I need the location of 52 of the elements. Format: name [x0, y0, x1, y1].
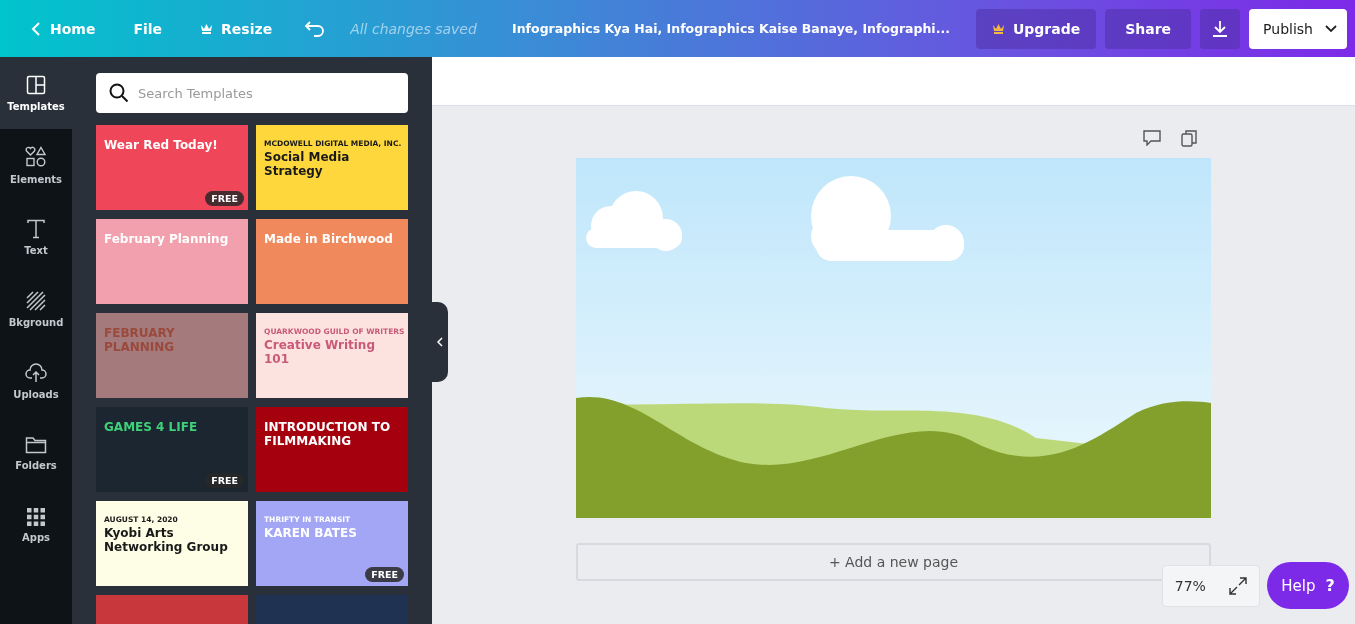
- chevron-down-icon: [1325, 24, 1337, 33]
- collapse-panel-button[interactable]: [432, 302, 448, 382]
- template-title: Social Media Strategy: [264, 151, 351, 179]
- search-field[interactable]: Search Templates: [96, 73, 408, 113]
- template-title: GAMES 4 LIFE: [104, 421, 199, 435]
- text-icon: [27, 218, 45, 239]
- sidebar-tab[interactable]: Text: [0, 201, 72, 273]
- folder-icon: [25, 435, 47, 454]
- copy-icon[interactable]: [1181, 130, 1197, 147]
- save-status: All changes saved: [350, 20, 477, 37]
- document-title[interactable]: Infographics Kya Hai, Infographics Kaise Banaye, Infographi...: [512, 21, 950, 36]
- sidebar-tab[interactable]: Apps: [0, 489, 72, 561]
- template-title: KAREN BATES: [264, 527, 358, 541]
- template-title: Made in Birchwood: [264, 233, 394, 247]
- template-title: INTRODUCTION TO FILMMAKING: [264, 421, 392, 449]
- help-button[interactable]: Help ?: [1267, 562, 1349, 609]
- layout-icon: [26, 74, 46, 95]
- template-thumbnail[interactable]: GAMES 4 LIFE FREE: [96, 407, 248, 492]
- template-title: Creative Writing 101: [264, 339, 376, 367]
- crown-icon: [200, 23, 214, 34]
- sidebar-tab[interactable]: Templates: [0, 57, 72, 129]
- template-title: Kyobi Arts Networking Group: [104, 527, 229, 555]
- template-title: Wear Red Today!: [104, 139, 219, 153]
- free-badge: FREE: [365, 567, 404, 582]
- free-badge: FREE: [205, 473, 244, 488]
- crown-icon: [991, 23, 1005, 34]
- template-title: February Planning: [104, 233, 230, 247]
- publish-button[interactable]: Publish: [1249, 8, 1347, 49]
- download-button[interactable]: [1200, 8, 1241, 49]
- grid-icon: [27, 507, 45, 526]
- sidebar-tab[interactable]: Elements: [0, 129, 72, 201]
- upgrade-button[interactable]: Upgrade: [975, 8, 1097, 49]
- search-icon: [109, 83, 129, 103]
- sidebar-tab[interactable]: Bkground: [0, 273, 72, 345]
- template-thumbnail[interactable]: INTRODUCTION TO FILMMAKING: [256, 407, 408, 492]
- chevron-left-icon: [437, 337, 443, 347]
- cloud-upload-icon: [25, 362, 47, 383]
- add-page-button[interactable]: + Add a new page: [576, 543, 1211, 581]
- free-badge: FREE: [205, 191, 244, 206]
- zoom-control[interactable]: 77%: [1162, 565, 1260, 607]
- chevron-left-icon: [30, 20, 42, 37]
- share-button[interactable]: Share: [1105, 8, 1192, 49]
- hatch-icon: [26, 290, 46, 311]
- sidebar-tab[interactable]: Uploads: [0, 345, 72, 417]
- zoom-level: 77%: [1174, 578, 1206, 594]
- landscape-drawing[interactable]: [576, 158, 1211, 518]
- sidebar-tab[interactable]: Folders: [0, 417, 72, 489]
- template-title: FEBRUARY PLANNING: [104, 327, 176, 355]
- shapes-icon: [25, 145, 47, 168]
- template-thumbnail[interactable]: Wear Red Today! FREE: [96, 125, 248, 210]
- expand-icon[interactable]: [1229, 577, 1248, 595]
- comment-icon[interactable]: [1143, 130, 1161, 146]
